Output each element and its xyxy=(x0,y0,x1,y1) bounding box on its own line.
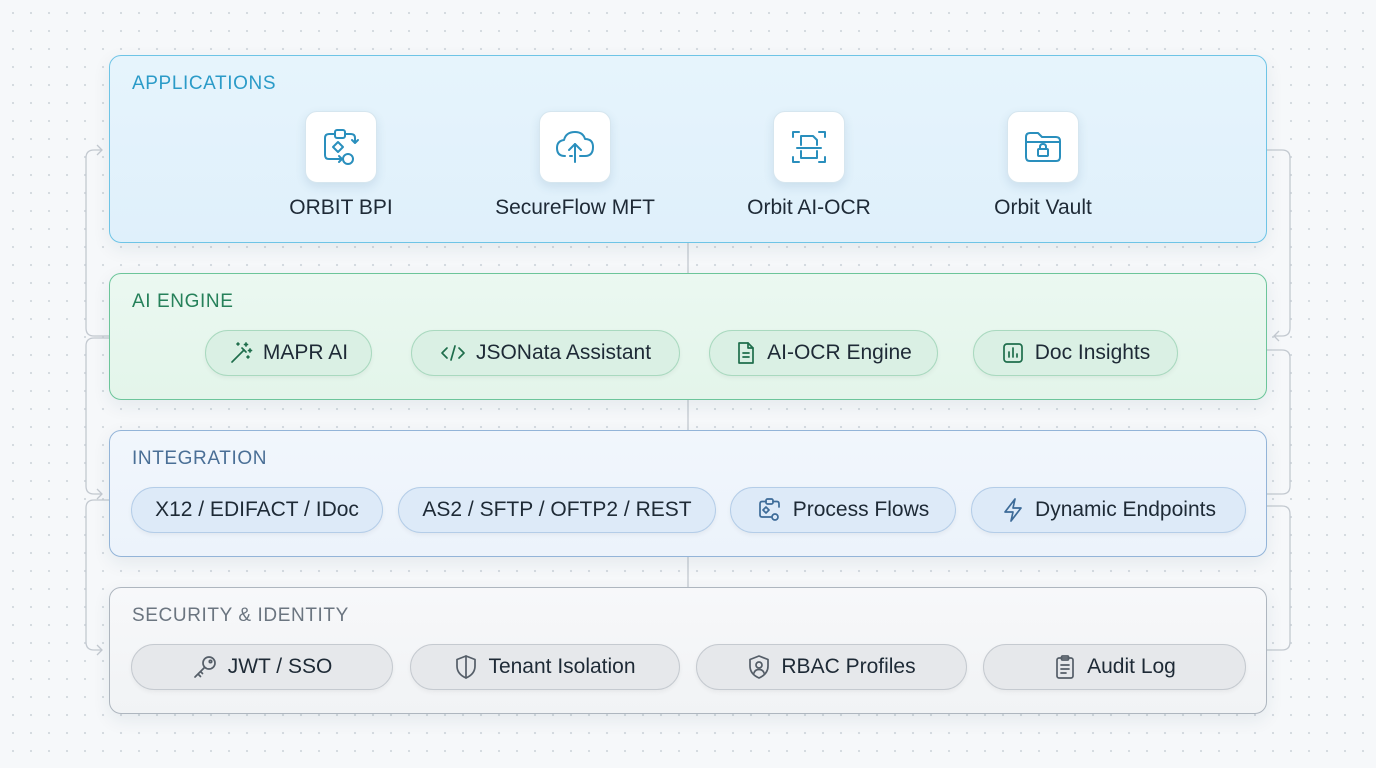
flow-icon xyxy=(757,497,783,523)
integration-item-dynamic-endpoints[interactable]: Dynamic Endpoints xyxy=(971,487,1246,533)
integration-item-edi-formats[interactable]: X12 / EDIFACT / IDoc xyxy=(131,487,383,533)
pill-label: JSONata Assistant xyxy=(475,341,652,364)
integration-item-process-flows[interactable]: Process Flows xyxy=(730,487,956,533)
pill-label: JWT / SSO xyxy=(227,655,333,678)
magic-wand-icon xyxy=(229,341,253,365)
pill-label: AS2 / SFTP / OFTP2 / REST xyxy=(422,498,692,521)
pill-label: RBAC Profiles xyxy=(781,655,916,678)
cloud-upload-icon xyxy=(539,111,611,183)
bar-chart-icon xyxy=(1001,341,1025,365)
app-label: SecureFlow MFT xyxy=(495,196,655,219)
security-layer-title: SECURITY & IDENTITY xyxy=(132,605,349,626)
security-item-tenant-isolation[interactable]: Tenant Isolation xyxy=(410,644,680,690)
pill-label: Process Flows xyxy=(792,498,930,521)
document-scan-icon xyxy=(773,111,845,183)
code-icon xyxy=(440,341,466,365)
key-icon xyxy=(192,654,218,680)
ai-engine-item-ai-ocr-engine[interactable]: AI-OCR Engine xyxy=(709,330,938,376)
security-item-rbac-profiles[interactable]: RBAC Profiles xyxy=(696,644,967,690)
pill-label: Dynamic Endpoints xyxy=(1035,498,1216,521)
pill-label: Doc Insights xyxy=(1034,341,1151,364)
app-orbit-bpi[interactable]: ORBIT BPI xyxy=(241,111,441,220)
app-label: Orbit Vault xyxy=(994,196,1092,219)
integration-layer-title: INTEGRATION xyxy=(132,448,268,469)
app-orbit-vault[interactable]: Orbit Vault xyxy=(943,111,1143,220)
workflow-icon xyxy=(305,111,377,183)
app-label: Orbit AI-OCR xyxy=(747,196,871,219)
pill-label: MAPR AI xyxy=(262,341,349,364)
integration-item-protocols[interactable]: AS2 / SFTP / OFTP2 / REST xyxy=(398,487,716,533)
pill-label: AI-OCR Engine xyxy=(767,341,912,364)
security-item-jwt-sso[interactable]: JWT / SSO xyxy=(131,644,393,690)
ai-engine-item-mapr-ai[interactable]: MAPR AI xyxy=(205,330,372,376)
applications-layer: APPLICATIONS ORBIT BPI SecureFlow MFT Or… xyxy=(109,55,1267,243)
shield-user-icon xyxy=(747,654,771,680)
app-orbit-ai-ocr[interactable]: Orbit AI-OCR xyxy=(709,111,909,220)
clipboard-icon xyxy=(1053,654,1077,680)
integration-layer: INTEGRATION X12 / EDIFACT / IDoc AS2 / S… xyxy=(109,430,1267,557)
ai-engine-layer-title: AI ENGINE xyxy=(132,291,234,312)
security-item-audit-log[interactable]: Audit Log xyxy=(983,644,1246,690)
folder-lock-icon xyxy=(1007,111,1079,183)
pill-label: Audit Log xyxy=(1087,655,1176,678)
security-layer: SECURITY & IDENTITY JWT / SSO Tenant Iso… xyxy=(109,587,1267,714)
pill-label: Tenant Isolation xyxy=(488,655,636,678)
shield-icon xyxy=(454,654,478,680)
ai-engine-layer: AI ENGINE MAPR AI JSONata Assistant AI-O… xyxy=(109,273,1267,400)
app-secureflow-mft[interactable]: SecureFlow MFT xyxy=(475,111,675,220)
ai-engine-item-doc-insights[interactable]: Doc Insights xyxy=(973,330,1178,376)
app-label: ORBIT BPI xyxy=(289,196,393,219)
applications-layer-title: APPLICATIONS xyxy=(132,73,277,94)
ai-engine-item-jsonata-assistant[interactable]: JSONata Assistant xyxy=(411,330,680,376)
pill-label: X12 / EDIFACT / IDoc xyxy=(155,498,359,521)
architecture-diagram: APPLICATIONS ORBIT BPI SecureFlow MFT Or… xyxy=(0,0,1376,768)
lightning-icon xyxy=(1001,497,1025,523)
document-icon xyxy=(735,341,757,365)
